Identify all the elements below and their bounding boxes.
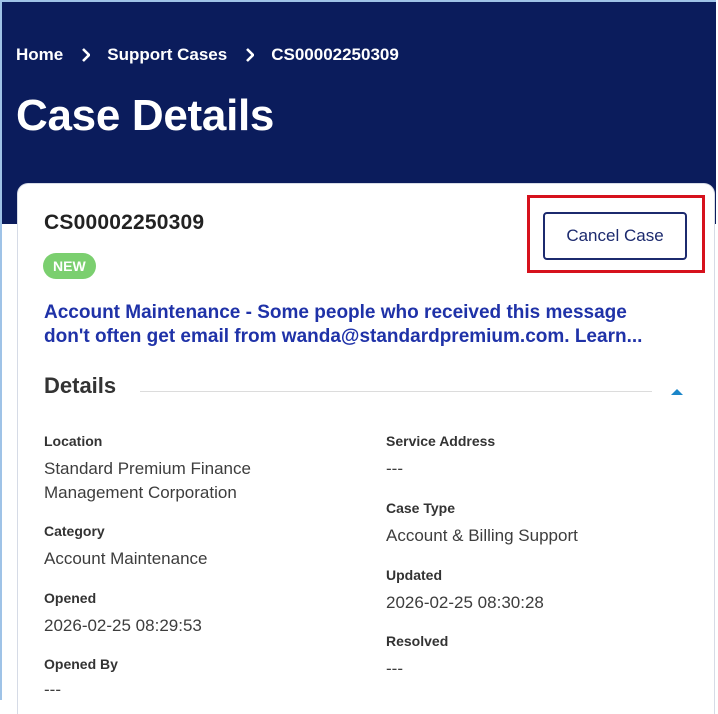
- field-label-updated: Updated: [386, 567, 442, 583]
- details-section-title: Details: [44, 373, 117, 398]
- breadcrumb-home[interactable]: Home: [16, 45, 63, 65]
- field-value-case-type: Account & Billing Support: [386, 526, 578, 545]
- field-value-location: Standard Premium Finance Management Corp…: [44, 457, 251, 505]
- highlight-annotation: [527, 195, 705, 273]
- chevron-right-icon: [246, 48, 255, 62]
- field-label-category: Category: [44, 523, 105, 539]
- field-value-location-line-2: Management Corporation: [44, 483, 237, 502]
- case-number: CS00002250309: [44, 211, 205, 234]
- breadcrumb: Home Support Cases CS00002250309: [16, 44, 399, 66]
- chevron-right-icon: [82, 48, 91, 62]
- field-label-opened: Opened: [44, 590, 97, 606]
- page-title: Case Details: [16, 91, 275, 140]
- case-description-line-2: don't often get email from wanda@standar…: [44, 326, 643, 347]
- field-value-opened-by: ---: [44, 680, 61, 699]
- field-value-category: Account Maintenance: [44, 549, 208, 568]
- field-value-opened: 2026-02-25 08:29:53: [44, 616, 202, 635]
- field-value-updated: 2026-02-25 08:30:28: [386, 593, 544, 612]
- chevron-up-icon[interactable]: [668, 382, 686, 400]
- field-value-resolved: ---: [386, 659, 403, 678]
- field-label-resolved: Resolved: [386, 633, 449, 649]
- field-label-opened-by: Opened By: [44, 656, 118, 672]
- field-label-location: Location: [44, 433, 103, 449]
- case-description[interactable]: Account Maintenance - Some people who re…: [44, 301, 694, 349]
- field-value-service-address: ---: [386, 459, 403, 478]
- breadcrumb-support-cases[interactable]: Support Cases: [107, 45, 227, 65]
- breadcrumb-current-case: CS00002250309: [271, 45, 399, 64]
- status-badge: NEW: [43, 253, 96, 279]
- field-value-location-line-1: Standard Premium Finance: [44, 459, 251, 478]
- field-label-case-type: Case Type: [386, 500, 455, 516]
- section-divider: [140, 391, 652, 392]
- case-description-line-1: Account Maintenance - Some people who re…: [44, 302, 627, 323]
- field-label-service-address: Service Address: [386, 433, 496, 449]
